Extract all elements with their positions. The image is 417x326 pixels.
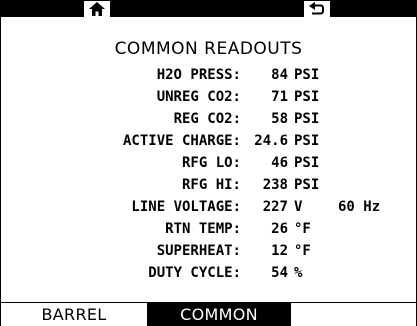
readout-label: DUTY CYCLE: bbox=[148, 265, 241, 281]
readout-value: 46 bbox=[271, 155, 288, 171]
tab-barrel[interactable]: BARREL bbox=[1, 303, 148, 326]
readout-unit: % bbox=[294, 265, 303, 281]
tab-bar: BARREL COMMON bbox=[1, 302, 416, 326]
tab-empty-slot bbox=[290, 303, 416, 326]
readout-unit: V bbox=[294, 199, 303, 215]
readout-row-line-voltage: LINE VOLTAGE: 227 V 60 Hz bbox=[1, 197, 416, 217]
readout-row-unreg-co2: UNREG CO2: 71 PSI bbox=[1, 87, 416, 107]
readout-row-duty-cycle: DUTY CYCLE: 54 % bbox=[1, 263, 416, 283]
readout-unit: PSI bbox=[294, 133, 320, 149]
readout-value: 12 bbox=[271, 243, 288, 259]
page-title: COMMON READOUTS bbox=[114, 39, 303, 59]
readout-label: RFG HI: bbox=[181, 177, 241, 193]
readout-unit: PSI bbox=[294, 111, 320, 127]
readout-unit: PSI bbox=[294, 89, 320, 105]
readout-value: 71 bbox=[271, 89, 288, 105]
readout-row-rfg-lo: RFG LO: 46 PSI bbox=[1, 153, 416, 173]
readout-value: 26 bbox=[271, 221, 288, 237]
home-button[interactable] bbox=[84, 1, 110, 17]
back-button[interactable] bbox=[304, 1, 330, 17]
readouts-screen: COMMON READOUTS H2O PRESS: 84 PSI UNREG … bbox=[0, 0, 417, 326]
tab-common[interactable]: COMMON bbox=[148, 303, 290, 326]
readout-label: H2O PRESS: bbox=[156, 67, 241, 83]
readout-value: 58 bbox=[271, 111, 288, 127]
readout-row-rfg-hi: RFG HI: 238 PSI bbox=[1, 175, 416, 195]
readout-unit: PSI bbox=[294, 67, 320, 83]
top-bar bbox=[1, 1, 416, 17]
home-icon bbox=[89, 2, 105, 16]
readout-row-h2o-press: H2O PRESS: 84 PSI bbox=[1, 65, 416, 85]
readout-row-active-charge: ACTIVE CHARGE: 24.6 PSI bbox=[1, 131, 416, 151]
readout-label: RFG LO: bbox=[181, 155, 241, 171]
readout-label: REG CO2: bbox=[173, 111, 241, 127]
readout-value: 84 bbox=[271, 67, 288, 83]
readout-unit: °F bbox=[294, 243, 311, 259]
readout-unit: PSI bbox=[294, 155, 320, 171]
readout-frequency: 60 Hz bbox=[338, 199, 381, 215]
readout-label: RTN TEMP: bbox=[165, 221, 241, 237]
readout-value: 227 bbox=[262, 199, 288, 215]
readout-unit: °F bbox=[294, 221, 311, 237]
readout-row-reg-co2: REG CO2: 58 PSI bbox=[1, 109, 416, 129]
readout-value: 54 bbox=[271, 265, 288, 281]
readout-label: UNREG CO2: bbox=[156, 89, 241, 105]
readout-value: 24.6 bbox=[254, 133, 288, 149]
readout-label: LINE VOLTAGE: bbox=[131, 199, 241, 215]
readout-value: 238 bbox=[262, 177, 288, 193]
back-arrow-icon bbox=[309, 2, 324, 15]
readout-row-rtn-temp: RTN TEMP: 26 °F bbox=[1, 219, 416, 239]
readout-label: SUPERHEAT: bbox=[156, 243, 241, 259]
readout-label: ACTIVE CHARGE: bbox=[122, 133, 241, 149]
readout-row-superheat: SUPERHEAT: 12 °F bbox=[1, 241, 416, 261]
readout-unit: PSI bbox=[294, 177, 320, 193]
